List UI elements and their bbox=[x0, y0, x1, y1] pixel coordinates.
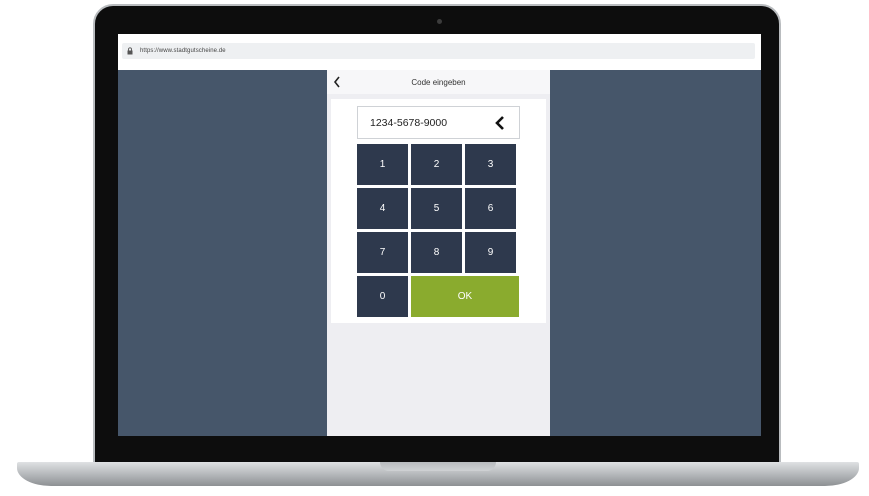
keypad-card: 1234-5678-9000 1 2 3 4 5 6 7 8 9 0 OK bbox=[331, 99, 546, 323]
code-input[interactable]: 1234-5678-9000 bbox=[357, 106, 520, 139]
ok-button[interactable]: OK bbox=[411, 276, 519, 317]
browser-toolbar: https://www.stadtgutscheine.de bbox=[118, 34, 761, 70]
key-2[interactable]: 2 bbox=[411, 144, 462, 185]
key-1[interactable]: 1 bbox=[357, 144, 408, 185]
laptop-opening-notch bbox=[380, 462, 496, 471]
address-bar[interactable]: https://www.stadtgutscheine.de bbox=[122, 43, 755, 59]
backspace-chevron-icon[interactable] bbox=[493, 115, 507, 131]
page-title: Code eingeben bbox=[411, 77, 466, 87]
webcam bbox=[437, 19, 442, 24]
key-4[interactable]: 4 bbox=[357, 188, 408, 229]
back-arrow-icon[interactable] bbox=[332, 75, 342, 89]
code-value: 1234-5678-9000 bbox=[370, 116, 448, 129]
key-8[interactable]: 8 bbox=[411, 232, 462, 273]
laptop-screen: https://www.stadtgutscheine.de Code eing… bbox=[118, 34, 761, 436]
url-text: https://www.stadtgutscheine.de bbox=[140, 48, 226, 54]
key-6[interactable]: 6 bbox=[465, 188, 516, 229]
key-5[interactable]: 5 bbox=[411, 188, 462, 229]
code-entry-panel: Code eingeben 1234-5678-9000 1 2 3 4 5 6… bbox=[327, 70, 550, 436]
key-9[interactable]: 9 bbox=[465, 232, 516, 273]
key-7[interactable]: 7 bbox=[357, 232, 408, 273]
lock-icon bbox=[127, 47, 133, 55]
key-3[interactable]: 3 bbox=[465, 144, 516, 185]
app-header: Code eingeben bbox=[327, 70, 550, 94]
key-0[interactable]: 0 bbox=[357, 276, 408, 317]
